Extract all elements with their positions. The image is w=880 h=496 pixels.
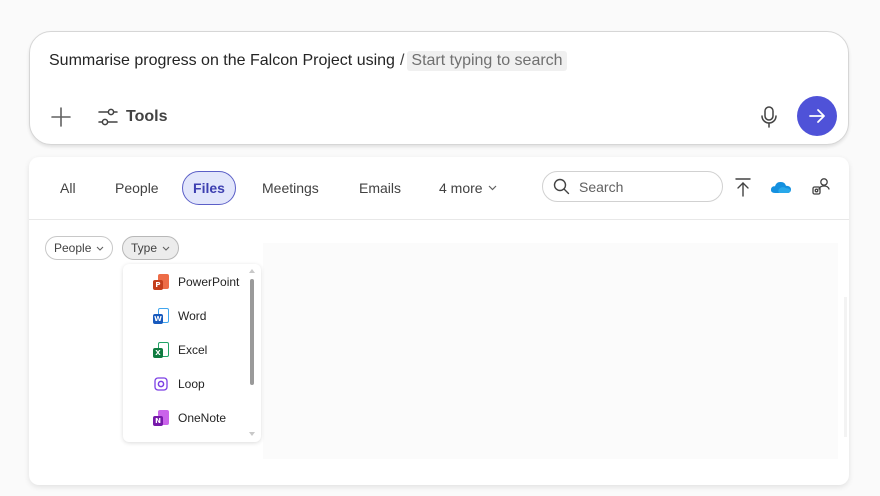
results-area [263, 243, 838, 459]
send-button[interactable] [797, 96, 837, 136]
dropdown-scrollbar-thumb[interactable] [250, 279, 254, 385]
inline-search-placeholder[interactable]: Start typing to search [407, 51, 567, 71]
filter-type-label: Type [131, 241, 158, 255]
scroll-down-icon[interactable] [248, 431, 256, 437]
onenote-icon: N [153, 410, 169, 426]
tab-more[interactable]: 4 more [439, 171, 497, 205]
powerpoint-icon: P [153, 274, 169, 290]
tools-button[interactable]: Tools [97, 105, 167, 129]
search-input[interactable] [577, 177, 711, 196]
excel-icon: X [153, 342, 169, 358]
type-option-word[interactable]: W Word [153, 305, 206, 327]
people-settings-icon [812, 178, 830, 195]
results-scrollbar[interactable] [844, 297, 847, 437]
chevron-down-icon [488, 185, 497, 191]
prompt-text: Summarise progress on the Falcon Project… [49, 52, 395, 69]
upload-button[interactable] [732, 176, 754, 198]
loop-icon [153, 376, 169, 392]
sliders-icon [98, 108, 118, 126]
tab-people[interactable]: People [115, 171, 159, 205]
type-option-label: Excel [178, 343, 208, 357]
tab-bar: All People Files Meetings Emails 4 more [29, 157, 849, 220]
search-icon [553, 178, 570, 195]
type-option-label: Loop [178, 377, 205, 391]
tab-files[interactable]: Files [182, 171, 236, 205]
type-option-powerpoint[interactable]: P PowerPoint [153, 271, 239, 293]
chevron-down-icon [96, 246, 104, 251]
add-button[interactable] [50, 106, 72, 128]
filter-type[interactable]: Type [122, 236, 180, 260]
slash-trigger: / [399, 52, 405, 69]
file-picker-panel: All People Files Meetings Emails 4 more [29, 157, 849, 485]
upload-icon [735, 178, 751, 197]
tab-more-label: 4 more [439, 180, 483, 196]
microphone-button[interactable] [758, 105, 780, 129]
filter-people[interactable]: People [45, 236, 114, 260]
microphone-icon [761, 106, 777, 128]
compose-box[interactable]: Summarise progress on the Falcon Project… [29, 31, 849, 145]
arrow-right-icon [809, 109, 825, 123]
tools-label: Tools [126, 108, 168, 125]
plus-icon [51, 107, 71, 127]
tab-meetings[interactable]: Meetings [262, 171, 319, 205]
type-option-label: OneNote [178, 411, 227, 425]
prompt-input[interactable]: Summarise progress on the Falcon Project… [49, 50, 567, 72]
type-option-label: Word [178, 309, 207, 323]
scroll-up-icon[interactable] [248, 268, 256, 274]
filter-people-label: People [54, 241, 92, 255]
type-dropdown: P PowerPoint W Word X Excel Loop N OneNo… [123, 264, 261, 442]
panel-search[interactable] [542, 171, 723, 202]
type-option-label: PowerPoint [178, 275, 240, 289]
onedrive-icon [770, 181, 791, 193]
chevron-down-icon [162, 246, 170, 251]
word-icon: W [153, 308, 169, 324]
tab-all[interactable]: All [60, 171, 76, 205]
type-option-loop[interactable]: Loop [153, 373, 205, 395]
type-option-onenote[interactable]: N OneNote [153, 407, 226, 429]
onedrive-button[interactable] [769, 176, 793, 198]
type-option-excel[interactable]: X Excel [153, 339, 207, 361]
people-settings-button[interactable] [810, 176, 832, 198]
tab-emails[interactable]: Emails [359, 171, 401, 205]
